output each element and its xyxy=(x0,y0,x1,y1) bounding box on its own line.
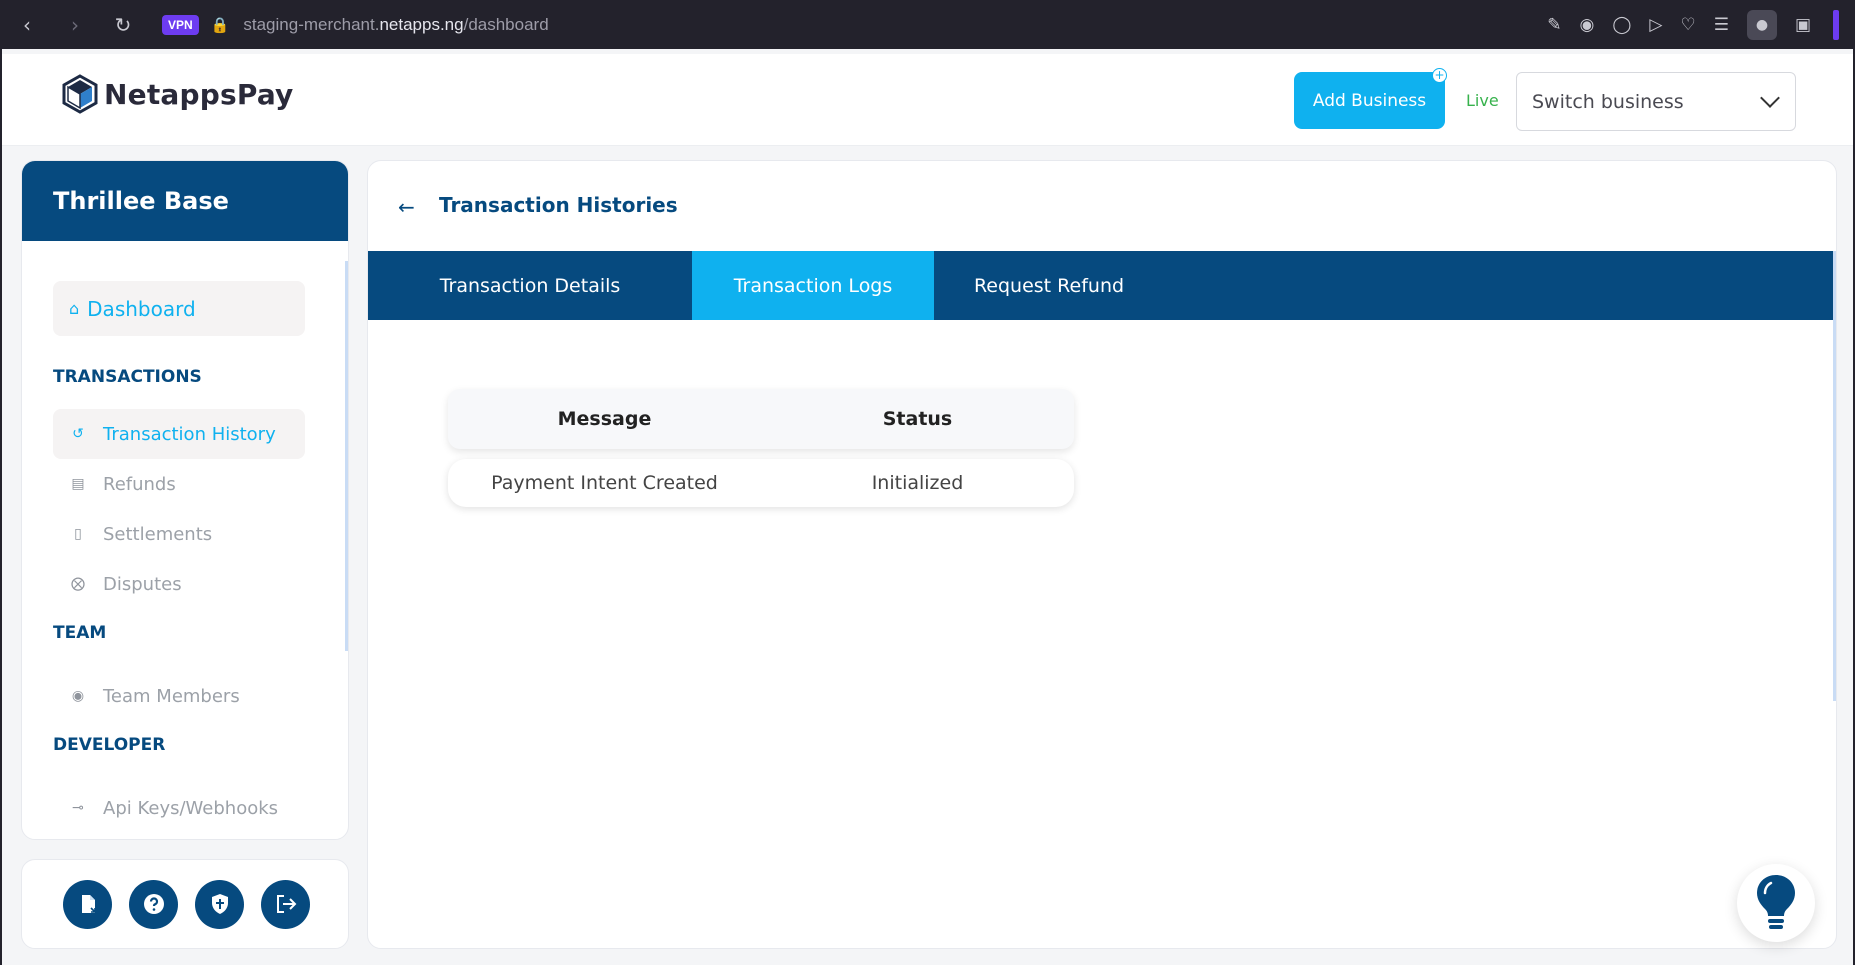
home-icon: ⌂ xyxy=(69,299,80,318)
sidebar-item-label: Disputes xyxy=(103,573,182,595)
sidebar-actions xyxy=(21,859,349,949)
browser-toolbar: ‹ › ↻ VPN 🔒 staging-merchant.netapps.ng/… xyxy=(0,0,1855,49)
section-title-developer: DEVELOPER xyxy=(53,735,166,755)
table-row: Payment Intent Created Initialized xyxy=(448,459,1074,507)
section-title-team: TEAM xyxy=(53,623,107,643)
log-status: Initialized xyxy=(871,472,964,494)
chevron-down-icon xyxy=(1760,87,1780,108)
document-button[interactable] xyxy=(63,879,112,929)
url-host: netapps.ng xyxy=(379,14,464,34)
lightbulb-icon xyxy=(1757,875,1795,929)
lock-icon: 🔒 xyxy=(210,15,230,34)
edit-icon[interactable]: ✎ xyxy=(1547,15,1561,35)
menu-icon[interactable]: ☰ xyxy=(1714,15,1729,35)
play-icon[interactable]: ▷ xyxy=(1649,15,1662,35)
section-title-transactions: TRANSACTIONS xyxy=(53,367,202,387)
tab-bar: Transaction Details Transaction Logs Req… xyxy=(368,251,1834,320)
key-icon: ⊸ xyxy=(72,800,84,816)
cancel-circle-icon: ⨂ xyxy=(71,576,85,592)
column-header-status: Status xyxy=(882,408,953,430)
shield-icon[interactable]: ◯ xyxy=(1612,15,1631,35)
logo-text: NetappsPay xyxy=(104,77,294,111)
sidebar: Thrillee Base ⌂ Dashboard TRANSACTIONS ↺… xyxy=(21,160,349,840)
tips-button[interactable] xyxy=(1737,864,1815,942)
sidebar-item-label: Team Members xyxy=(103,685,240,707)
sidebar-item-label: Dashboard xyxy=(87,296,196,321)
page-title: Transaction Histories xyxy=(439,193,678,217)
logs-table-header: Message Status xyxy=(448,389,1074,449)
browser-actions: ✎ ◉ ◯ ▷ ♡ ☰ ● ▣ xyxy=(1547,0,1839,49)
sidebar-item-disputes[interactable]: ⨂ Disputes xyxy=(53,559,305,609)
app-window: NetappsPay Add Business + Live Switch bu… xyxy=(0,49,1855,965)
sidebar-scrollbar[interactable] xyxy=(345,261,348,651)
sidebar-item-label: Transaction History xyxy=(103,423,276,445)
question-icon xyxy=(143,894,164,914)
back-arrow-icon[interactable]: ‹ xyxy=(16,13,38,37)
help-button[interactable] xyxy=(129,879,178,929)
receipt-icon: ▤ xyxy=(71,476,85,492)
switch-business-select[interactable]: Switch business xyxy=(1516,72,1796,131)
mode-indicator: Live xyxy=(1466,91,1499,110)
logo-cube-icon xyxy=(62,74,98,114)
top-bar: NetappsPay Add Business + Live Switch bu… xyxy=(2,54,1853,146)
sidebar-item-dashboard[interactable]: ⌂ Dashboard xyxy=(53,281,305,336)
shield-icon xyxy=(211,894,228,914)
sidebar-item-transaction-history[interactable]: ↺ Transaction History xyxy=(53,409,305,459)
tab-request-refund[interactable]: Request Refund xyxy=(934,251,1164,320)
business-name: Thrillee Base xyxy=(53,187,229,215)
business-header: Thrillee Base xyxy=(22,161,348,241)
sidebar-item-api-keys[interactable]: ⊸ Api Keys/Webhooks xyxy=(53,783,305,833)
plus-circle-icon: + xyxy=(1432,68,1447,83)
forward-arrow-icon[interactable]: › xyxy=(64,13,86,37)
security-button[interactable] xyxy=(195,879,244,929)
log-message: Payment Intent Created xyxy=(491,472,718,494)
switch-business-value: Switch business xyxy=(1532,90,1684,113)
sidebar-item-label: Refunds xyxy=(103,473,176,495)
sidebar-item-settlements[interactable]: ▯ Settlements xyxy=(53,509,305,559)
tab-transaction-details[interactable]: Transaction Details xyxy=(368,251,692,320)
logout-button[interactable] xyxy=(261,879,310,929)
add-business-label: Add Business xyxy=(1312,90,1427,111)
sidebar-indicator xyxy=(1833,9,1839,40)
heart-icon[interactable]: ♡ xyxy=(1680,15,1695,35)
column-header-message: Message xyxy=(557,408,652,430)
logo[interactable]: NetappsPay xyxy=(62,74,294,114)
main-panel: ← Transaction Histories Transaction Deta… xyxy=(367,160,1837,949)
reload-icon[interactable]: ↻ xyxy=(112,13,134,37)
url-prefix: staging-merchant. xyxy=(243,14,380,34)
profile-icon[interactable]: ● xyxy=(1746,9,1777,40)
history-icon: ↺ xyxy=(72,426,84,442)
back-arrow-icon[interactable]: ← xyxy=(398,195,415,219)
logout-icon xyxy=(276,895,296,913)
phone-icon: ▯ xyxy=(74,526,82,542)
camera-icon[interactable]: ◉ xyxy=(1579,15,1594,35)
url-path: /dashboard xyxy=(463,14,549,34)
sidebar-item-team-members[interactable]: ◉ Team Members xyxy=(53,671,305,721)
browser-nav: ‹ › ↻ xyxy=(16,13,134,37)
document-icon xyxy=(81,895,96,913)
add-business-button[interactable]: Add Business + xyxy=(1294,68,1447,129)
team-icon: ◉ xyxy=(71,688,85,704)
sidebar-item-label: Settlements xyxy=(103,523,213,545)
sidebar-item-label: Api Keys/Webhooks xyxy=(103,797,279,819)
address-bar[interactable]: staging-merchant.netapps.ng/dashboard xyxy=(243,15,548,35)
tab-transaction-logs[interactable]: Transaction Logs xyxy=(692,251,934,320)
box-icon[interactable]: ▣ xyxy=(1795,15,1811,35)
sidebar-item-refunds[interactable]: ▤ Refunds xyxy=(53,459,305,509)
vpn-badge[interactable]: VPN xyxy=(162,14,199,35)
main-scrollbar[interactable] xyxy=(1833,251,1836,701)
